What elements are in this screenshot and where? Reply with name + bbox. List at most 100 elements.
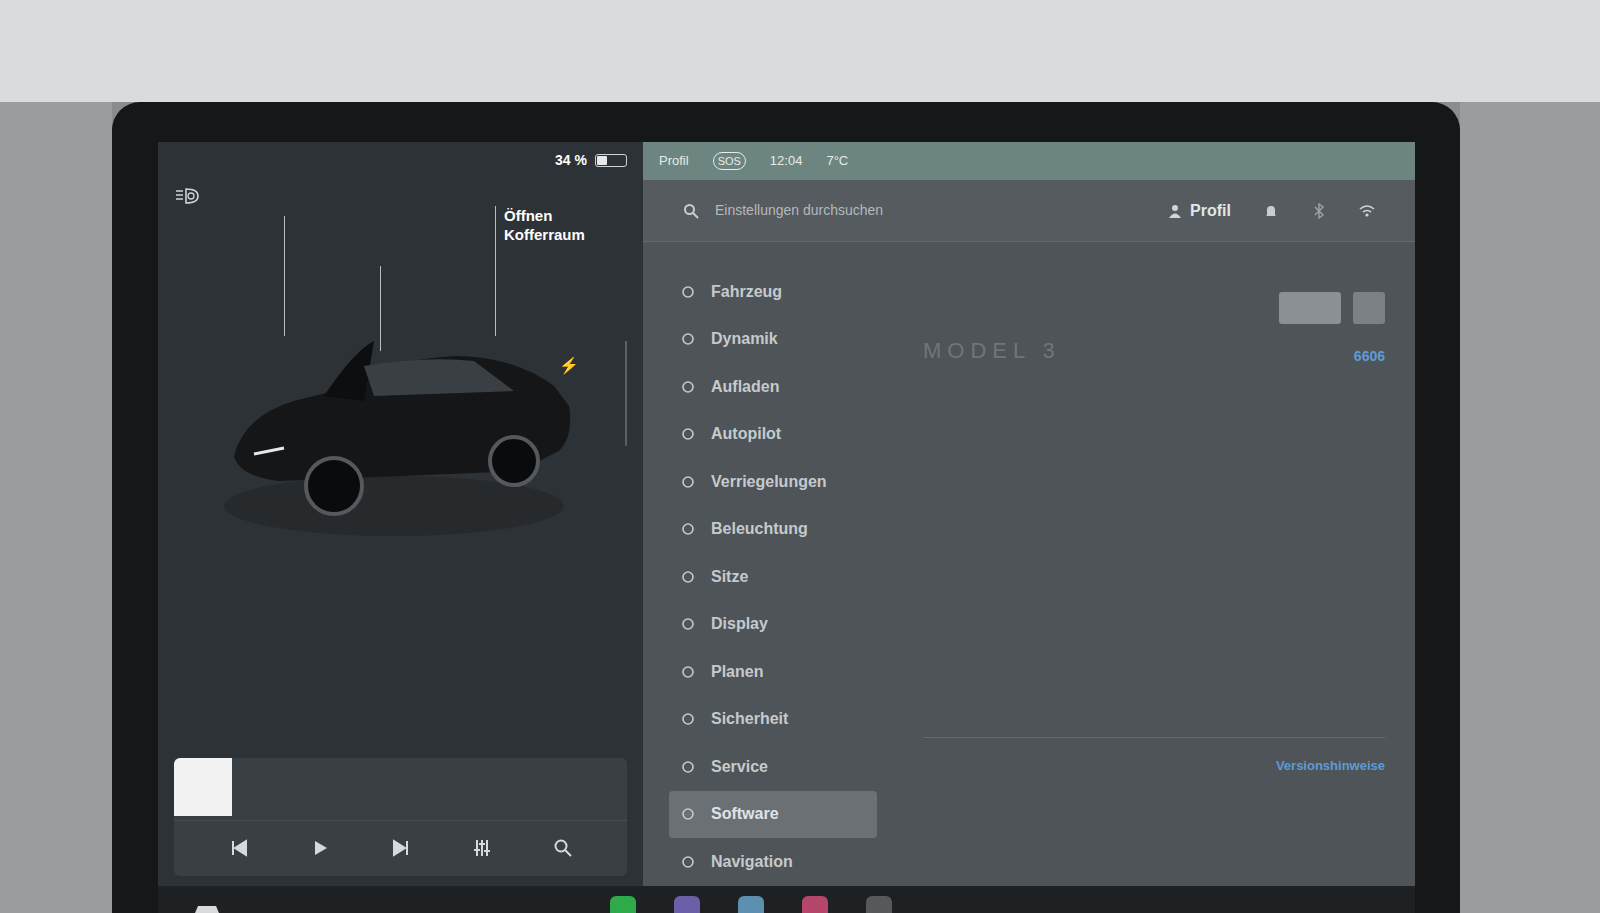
content-buttons: [923, 292, 1385, 324]
map-time: 12:04: [770, 151, 803, 171]
trunk-label: Öffnen: [504, 206, 585, 225]
menu-label: Dynamik: [711, 327, 778, 351]
media-info: [174, 758, 627, 820]
model-name: MODEL 3: [923, 334, 1061, 367]
menu-icon: [681, 285, 695, 299]
settings-search[interactable]: [715, 200, 1152, 221]
menu-label: Display: [711, 612, 768, 636]
menu-label: Fahrzeug: [711, 280, 782, 304]
menu-icon: [681, 475, 695, 489]
map-bar: Profil SOS 12:04 7°C: [643, 142, 1415, 180]
menu-label: Beleuchtung: [711, 517, 808, 541]
menu-item[interactable]: Sitze: [669, 553, 877, 601]
headlight-icon[interactable]: [174, 186, 202, 206]
menu-label: Planen: [711, 660, 763, 684]
app-icon[interactable]: [738, 896, 764, 913]
status-row: 34 %: [174, 148, 627, 172]
menu-item[interactable]: Dynamik: [669, 316, 877, 364]
menu-label: Autopilot: [711, 422, 781, 446]
prev-icon[interactable]: [229, 838, 249, 858]
menu-icon: [681, 617, 695, 631]
menu-item[interactable]: Fahrzeug: [669, 268, 877, 316]
menu-item[interactable]: Verriegelungen: [669, 458, 877, 506]
more-icon[interactable]: [866, 896, 892, 913]
menu-label: Service: [711, 755, 768, 779]
callout-line: [495, 206, 496, 336]
trunk-label: Kofferraum: [504, 225, 585, 244]
phone-icon[interactable]: [610, 896, 636, 913]
menu-icon: [681, 807, 695, 821]
battery-icon: [595, 154, 627, 167]
menu-label: Aufladen: [711, 375, 779, 399]
person-icon: [1168, 204, 1182, 218]
menu-label: Sicherheit: [711, 707, 788, 731]
release-notes-row: Versionshinweise: [923, 737, 1385, 776]
map-profile[interactable]: Profil: [659, 151, 689, 171]
charge-icon[interactable]: ⚡: [559, 354, 579, 378]
car-panel: 34 % ÖffnenKofferraum ⚡: [158, 142, 643, 886]
bell-icon[interactable]: [1263, 203, 1279, 219]
release-notes-link[interactable]: Versionshinweise: [1276, 756, 1385, 776]
car-icon[interactable]: [192, 899, 232, 913]
trunk-button[interactable]: ÖffnenKofferraum: [504, 206, 585, 244]
menu-item[interactable]: Sicherheit: [669, 696, 877, 744]
menu-item[interactable]: Software: [669, 791, 877, 839]
menu-icon: [681, 380, 695, 394]
menu-icon: [681, 332, 695, 346]
menu-label: Navigation: [711, 850, 793, 874]
vehicle-number: 6606: [1354, 346, 1385, 367]
settings-menu: Fahrzeug Dynamik Aufladen Autopilot Verriege…: [643, 242, 903, 886]
callout-line: [380, 266, 381, 351]
settings-header: Profil: [643, 180, 1415, 242]
menu-icon: [681, 570, 695, 584]
menu-icon: [681, 665, 695, 679]
camera-icon[interactable]: [674, 896, 700, 913]
menu-item[interactable]: Planen: [669, 648, 877, 696]
menu-icon: [681, 427, 695, 441]
media-player: [174, 758, 627, 876]
menu-icon: [681, 522, 695, 536]
menu-label: Verriegelungen: [711, 470, 827, 494]
model-row: MODEL 3 6606: [923, 334, 1385, 367]
search-icon[interactable]: [553, 838, 573, 858]
callout-line: [284, 216, 285, 336]
settings-body: Fahrzeug Dynamik Aufladen Autopilot Verriege…: [643, 242, 1415, 886]
dock: [158, 886, 1415, 913]
sos-button[interactable]: SOS: [713, 152, 746, 171]
play-icon[interactable]: [310, 838, 330, 858]
music-icon[interactable]: [802, 896, 828, 913]
battery-text: 34 %: [555, 150, 587, 171]
map-temp: 7°C: [826, 151, 848, 171]
menu-item[interactable]: Navigation: [669, 838, 877, 886]
media-controls: [174, 820, 627, 876]
image-button[interactable]: [1279, 292, 1341, 324]
menu-item[interactable]: Service: [669, 743, 877, 791]
menu-item[interactable]: Beleuchtung: [669, 506, 877, 554]
menu-item[interactable]: Aufladen: [669, 363, 877, 411]
menu-label: Sitze: [711, 565, 748, 589]
menu-item[interactable]: Autopilot: [669, 411, 877, 459]
car-model-icon[interactable]: [214, 286, 574, 546]
content-spacer: [923, 367, 1385, 737]
equalizer-icon[interactable]: [472, 838, 492, 858]
menu-item[interactable]: Display: [669, 601, 877, 649]
profile-label: Profil: [1190, 199, 1231, 223]
bluetooth-icon[interactable]: [1311, 203, 1327, 219]
display: 34 %ÖffnenKofferraum⚡ProfilSOS12:047°CPr…: [158, 142, 1415, 913]
wifi-icon[interactable]: [1359, 203, 1375, 219]
menu-icon: [681, 712, 695, 726]
card-button[interactable]: [1353, 292, 1385, 324]
main-area: 34 %ÖffnenKofferraum⚡ProfilSOS12:047°CPr…: [158, 142, 1415, 886]
car-view: ÖffnenKofferraum ⚡: [174, 206, 627, 758]
search-icon: [683, 203, 699, 219]
settings-panel: Profil SOS 12:04 7°C Profil Fahrzeug Dynamik Au…: [643, 142, 1415, 886]
menu-icon: [681, 760, 695, 774]
software-content: MODEL 3 6606 Versionshinweise: [903, 242, 1415, 886]
menu-label: Software: [711, 802, 779, 826]
album-art: [174, 758, 232, 816]
battery-fill: [597, 156, 607, 165]
next-icon[interactable]: [391, 838, 411, 858]
menu-icon: [681, 855, 695, 869]
profile-button[interactable]: Profil: [1168, 199, 1231, 223]
scroll-track: [625, 341, 627, 446]
